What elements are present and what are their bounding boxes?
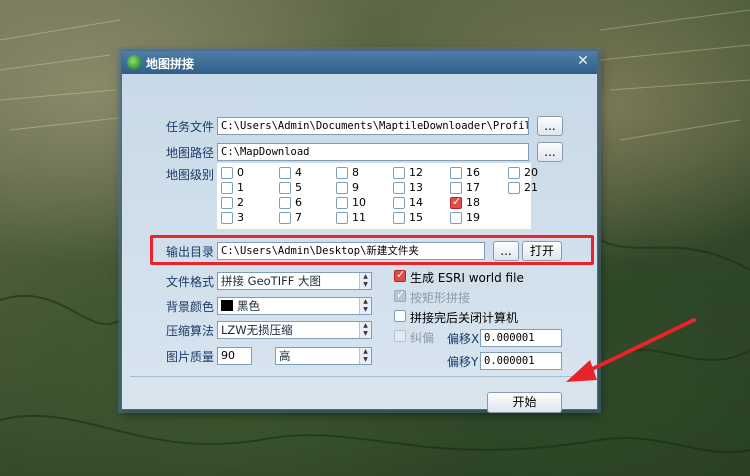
red-arrow-annotation — [566, 318, 696, 382]
